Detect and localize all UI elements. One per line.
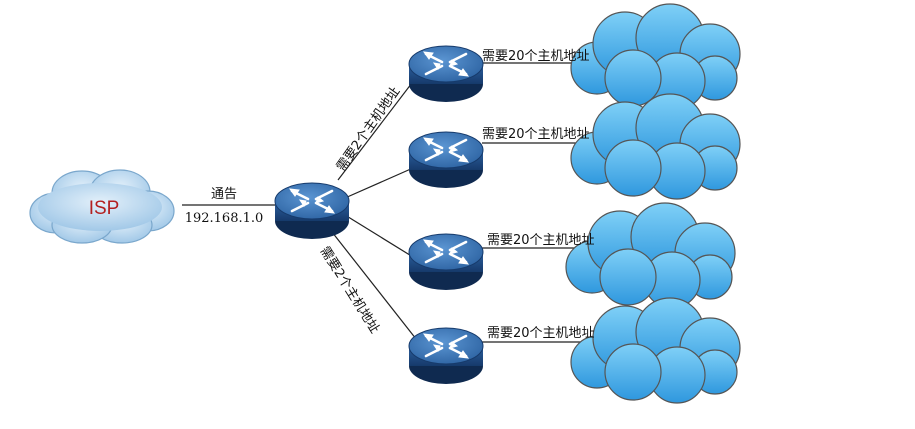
branch-cloud-4 bbox=[570, 297, 741, 404]
branch-cloud-2 bbox=[570, 93, 741, 200]
branch-label-3: 需要20个主机地址 bbox=[487, 233, 595, 248]
branch-label-4: 需要20个主机地址 bbox=[487, 326, 595, 341]
branch-label-2: 需要20个主机地址 bbox=[482, 127, 590, 142]
uplink-label-top: 需要2个主机地址 bbox=[334, 84, 403, 174]
branch-label-1: 需要20个主机地址 bbox=[482, 49, 590, 64]
isp-cloud: ISP bbox=[29, 169, 175, 244]
uplink-label-bottom: 需要2个主机地址 bbox=[317, 244, 382, 336]
branch-router-2-icon bbox=[407, 130, 485, 190]
isp-label: ISP bbox=[89, 198, 120, 219]
branch-cloud-3 bbox=[565, 202, 736, 309]
core-router-icon bbox=[273, 181, 351, 241]
branch-cloud-1 bbox=[570, 3, 741, 110]
branch-router-1-icon bbox=[407, 44, 485, 104]
network-diagram: ISP 通告 192.168.1.0 需要2个主机地址 需要2个主机地址 需要2… bbox=[29, 3, 741, 404]
core-branch2-link bbox=[344, 167, 414, 199]
core-link-title: 通告 bbox=[211, 187, 237, 202]
core-branch3-link bbox=[344, 214, 414, 258]
core-link-network: 192.168.1.0 bbox=[185, 211, 264, 226]
branch-router-3-icon bbox=[407, 232, 485, 292]
branch-router-4-icon bbox=[407, 326, 485, 386]
